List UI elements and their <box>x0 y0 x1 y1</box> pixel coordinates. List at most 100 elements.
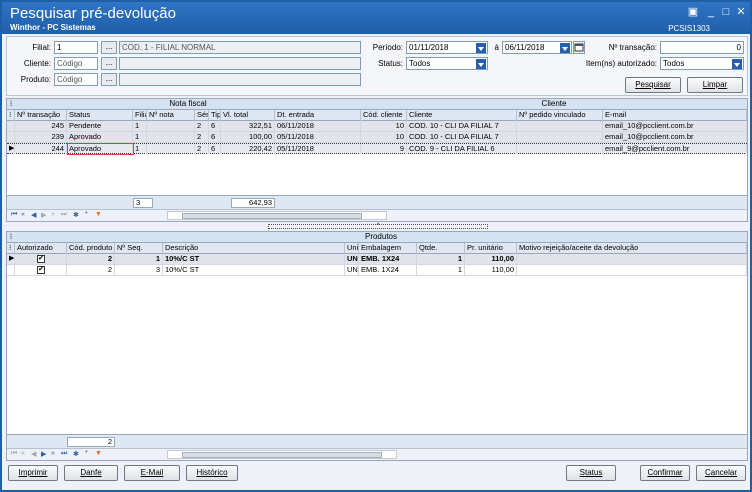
periodo-from-input[interactable]: 01/11/2018 <box>406 41 488 54</box>
funnel-icon[interactable]: ▼ <box>95 450 102 457</box>
col-status[interactable]: Status <box>67 110 133 121</box>
cell-qtde: 1 <box>417 254 465 264</box>
chevron-down-icon[interactable] <box>476 59 486 69</box>
col-cod-produto[interactable]: Cód. produto <box>67 243 115 254</box>
danfe-button[interactable]: Danfe <box>64 465 118 481</box>
table-row[interactable]: 245 Pendente 1 2 6 322,51 06/11/2018 10 … <box>7 121 747 132</box>
filter-star-icon[interactable]: * <box>85 211 88 218</box>
col-total[interactable]: Vl. total <box>221 110 275 121</box>
group-produtos: Produtos <box>15 232 747 243</box>
table-row[interactable]: ✔ 2 3 10%/C ST UN EMB. 1X24 1 110,00 <box>7 265 747 276</box>
close-icon[interactable]: ✕ <box>734 6 748 18</box>
chevron-down-icon[interactable] <box>560 43 570 53</box>
prior-record-icon[interactable]: ◀ <box>31 450 36 458</box>
prior-page-icon[interactable]: « <box>21 211 25 218</box>
table-row-selected[interactable]: ▶ ✔ 2 1 10%/C ST UN EMB. 1X24 1 110,00 <box>7 254 747 265</box>
next-page-icon[interactable]: » <box>51 450 55 457</box>
prior-page-icon[interactable]: « <box>21 450 25 457</box>
scrollbar-thumb[interactable] <box>182 452 382 458</box>
confirmar-button[interactable]: Confirmar <box>640 465 690 481</box>
col-cliente[interactable]: Cliente <box>407 110 517 121</box>
col-seq[interactable]: Nº Seq. <box>115 243 163 254</box>
next-record-icon[interactable]: ▶ <box>41 450 46 458</box>
col-descricao[interactable]: Descrição <box>163 243 345 254</box>
panel-splitter[interactable]: ^ <box>268 223 488 229</box>
itens-autorizado-select[interactable]: Todos <box>660 57 744 70</box>
autorizado-checkbox[interactable]: ✔ <box>37 255 45 263</box>
chevron-down-icon[interactable] <box>732 59 742 69</box>
cliente-input[interactable]: Código <box>54 57 98 70</box>
cell-transacao: 245 <box>15 121 67 131</box>
calendar-icon[interactable] <box>573 41 585 54</box>
cell-autorizado[interactable]: ✔ <box>15 254 67 264</box>
chevron-down-icon[interactable] <box>476 43 486 53</box>
first-record-icon[interactable]: ⏮ <box>11 450 17 458</box>
autorizado-checkbox[interactable]: ✔ <box>37 266 45 274</box>
status-select[interactable]: Todos <box>406 57 488 70</box>
filial-input[interactable]: 1 <box>54 41 98 54</box>
cliente-lookup-button[interactable]: ... <box>101 57 117 70</box>
produto-lookup-button[interactable]: ... <box>101 73 117 86</box>
minimize-icon[interactable]: _ <box>704 6 718 18</box>
asterisk-icon[interactable]: ✱ <box>73 450 79 458</box>
asterisk-icon[interactable]: ✱ <box>73 211 79 219</box>
nota-fiscal-grid: ⁝ Nota fiscal Cliente ⁝ Nº transação Sta… <box>6 98 748 222</box>
grid-menu-icon[interactable]: ⁝ <box>7 99 15 110</box>
cell-email: email_10@pcclient.com.br <box>603 132 747 142</box>
limpar-button[interactable]: Limpar <box>687 77 743 93</box>
produto-input[interactable]: Código <box>54 73 98 86</box>
col-data[interactable]: Dt. entrada <box>275 110 361 121</box>
email-button[interactable]: E-Mail <box>124 465 180 481</box>
action-bar: Imprimir Danfe E-Mail Histórico Status C… <box>6 463 748 485</box>
prior-record-icon[interactable]: ◀ <box>31 211 36 219</box>
cell-email: email_10@pcclient.com.br <box>603 121 747 131</box>
grid-menu-icon[interactable]: ⁝ <box>7 232 15 243</box>
col-autorizado[interactable]: Autorizado <box>15 243 67 254</box>
last-record-icon[interactable]: ⏭ <box>61 450 67 458</box>
col-filial[interactable]: Filial <box>133 110 147 121</box>
imprimir-button[interactable]: Imprimir <box>8 465 58 481</box>
col-motivo[interactable]: Motivo rejeição/aceite da devolução <box>517 243 747 254</box>
col-tipo[interactable]: Tipo <box>209 110 221 121</box>
historico-button[interactable]: Histórico <box>186 465 238 481</box>
next-page-icon[interactable]: » <box>51 211 55 218</box>
cell-preco: 110,00 <box>465 254 517 264</box>
horizontal-scrollbar[interactable] <box>167 450 397 459</box>
filter-star-icon[interactable]: * <box>85 450 88 457</box>
cell-motivo[interactable] <box>517 265 747 275</box>
cancelar-button[interactable]: Cancelar <box>696 465 746 481</box>
row-pointer-icon: ▶ <box>9 254 15 264</box>
filial-lookup-button[interactable]: ... <box>101 41 117 54</box>
funnel-icon[interactable]: ▼ <box>95 211 102 218</box>
restore-icon[interactable]: ▣ <box>686 6 700 18</box>
col-email[interactable]: E-mail <box>603 110 747 121</box>
cell-unidade: UN <box>347 265 359 275</box>
horizontal-scrollbar[interactable] <box>167 211 387 220</box>
status-button[interactable]: Status <box>566 465 616 481</box>
col-unidade[interactable]: Unid. <box>345 243 359 254</box>
scrollbar-thumb[interactable] <box>182 213 362 219</box>
pesquisar-button[interactable]: Pesquisar <box>625 77 681 93</box>
col-nota[interactable]: Nº nota <box>147 110 195 121</box>
footer-count: 2 <box>67 437 115 447</box>
cell-autorizado[interactable]: ✔ <box>15 265 67 275</box>
periodo-to-input[interactable]: 06/11/2018 <box>502 41 572 54</box>
col-embalagem[interactable]: Embalagem <box>359 243 417 254</box>
col-preco[interactable]: Pr. unitário <box>465 243 517 254</box>
col-cod-cliente[interactable]: Cód. cliente <box>361 110 407 121</box>
transacao-input[interactable]: 0 <box>660 41 744 54</box>
col-transacao[interactable]: Nº transação <box>15 110 67 121</box>
cell-motivo[interactable] <box>517 254 747 264</box>
col-pedido[interactable]: Nº pedido vinculado <box>517 110 603 121</box>
maximize-icon[interactable]: □ <box>719 6 733 18</box>
col-qtde[interactable]: Qtde. <box>417 243 465 254</box>
next-record-icon[interactable]: ▶ <box>41 211 46 219</box>
cell-embalagem: EMB. 1X24 <box>359 254 417 264</box>
col-serie[interactable]: Série <box>195 110 209 121</box>
table-row[interactable]: 239 Aprovado 1 2 6 100,00 05/11/2018 10 … <box>7 132 747 143</box>
row-pointer-icon: ▶ <box>9 144 15 154</box>
last-record-icon[interactable]: ⏭ <box>61 211 67 219</box>
cell-pedido <box>517 144 603 154</box>
footer-count: 3 <box>133 198 153 208</box>
first-record-icon[interactable]: ⏮ <box>11 211 17 219</box>
